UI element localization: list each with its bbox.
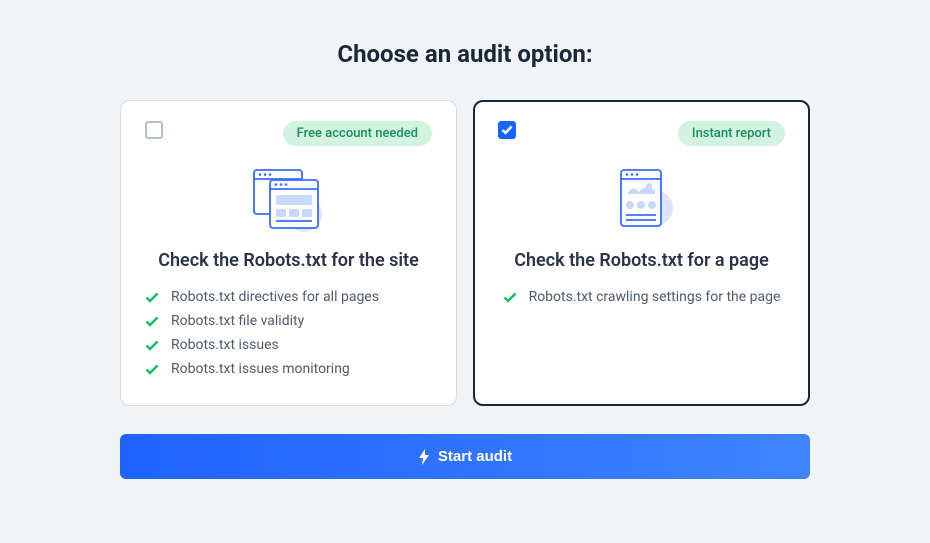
feature-list: Robots.txt crawling settings for the pag… [498,285,785,309]
feature-text: Robots.txt crawling settings for the pag… [529,289,781,305]
feature-item: Robots.txt directives for all pages [145,285,432,309]
checkmark-icon [145,364,159,375]
feature-text: Robots.txt directives for all pages [171,289,379,305]
audit-option-site[interactable]: Free account needed [120,100,457,406]
checkmark-icon [145,316,159,327]
badge-instant-report: Instant report [678,121,785,146]
start-audit-button[interactable]: Start audit [120,434,810,479]
card-header: Free account needed [145,121,432,146]
card-header: Instant report [498,121,785,146]
cta-label: Start audit [438,448,512,465]
feature-item: Robots.txt issues [145,333,432,357]
page-title: Choose an audit option: [120,40,810,68]
feature-text: Robots.txt issues [171,337,279,353]
page-illustration [498,164,785,234]
feature-item: Robots.txt crawling settings for the pag… [503,285,781,309]
card-title: Check the Robots.txt for the site [145,250,432,271]
feature-item: Robots.txt issues monitoring [145,357,432,381]
checkmark-icon [145,340,159,351]
feature-text: Robots.txt file validity [171,313,304,329]
feature-text: Robots.txt issues monitoring [171,361,350,377]
checkmark-icon [145,292,159,303]
card-title: Check the Robots.txt for a page [498,250,785,271]
option-checkbox[interactable] [145,121,163,139]
audit-options: Free account needed [120,100,810,406]
lightning-icon [418,449,430,465]
option-checkbox[interactable] [498,121,516,139]
feature-list: Robots.txt directives for all pages Robo… [145,285,432,381]
check-icon [501,125,513,135]
badge-free-account: Free account needed [283,121,432,146]
checkmark-icon [503,292,517,303]
site-illustration [145,164,432,234]
feature-item: Robots.txt file validity [145,309,432,333]
audit-option-page[interactable]: Instant report [473,100,810,406]
